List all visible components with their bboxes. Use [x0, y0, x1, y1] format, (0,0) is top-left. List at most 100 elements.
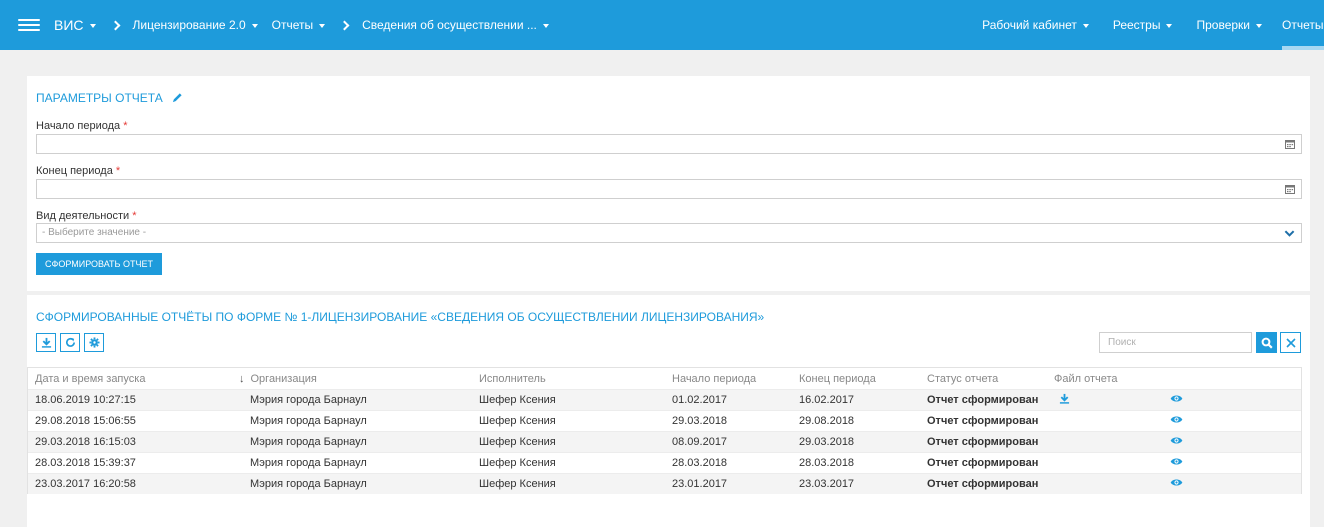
cell-status: Отчет сформирован	[927, 457, 1039, 469]
clear-search-button[interactable]	[1280, 332, 1301, 353]
activity-type-select[interactable]: - Выберите значение -	[36, 223, 1302, 243]
menu-item-inspections-label: Проверки	[1196, 18, 1250, 32]
search-input[interactable]	[1099, 332, 1252, 353]
cell-date: 18.06.2019 10:27:15	[35, 394, 136, 406]
required-mark: *	[123, 120, 128, 132]
table-row[interactable]: 28.03.2018 15:39:37 Мэрия города Барнаул Ш…	[28, 452, 1301, 473]
eye-icon[interactable]	[1170, 415, 1183, 424]
end-period-label-text: Конец периода	[36, 165, 113, 177]
menu-item-registries[interactable]: Реестры	[1113, 0, 1173, 50]
cell-end: 23.03.2017	[799, 478, 855, 490]
menu-item-cabinet[interactable]: Рабочий кабинет	[982, 0, 1089, 50]
cell-actions	[1170, 457, 1296, 469]
search-button[interactable]	[1256, 332, 1277, 353]
caret-down-icon	[1256, 23, 1262, 28]
cell-actions	[1170, 415, 1296, 427]
cell-actions	[1170, 394, 1296, 406]
col-header-date[interactable]: Дата и время запуска	[28, 373, 232, 385]
menu-item-reports[interactable]: Отчеты	[1282, 0, 1324, 50]
activity-type-label-text: Вид деятельности	[36, 210, 130, 222]
sort-desc-icon: ↓	[239, 372, 245, 385]
cell-start: 23.01.2017	[672, 478, 728, 490]
cell-status: Отчет сформирован	[927, 394, 1039, 406]
caret-down-icon	[1082, 23, 1089, 28]
table-row[interactable]: 23.03.2017 16:20:58 Мэрия города Барнаул Ш…	[28, 473, 1301, 494]
chevron-right-icon	[110, 20, 120, 30]
table-row[interactable]: 29.08.2018 15:06:55 Мэрия города Барнаул Ш…	[28, 410, 1301, 431]
cell-file	[1054, 393, 1176, 407]
reports-panel: СФОРМИРОВАННЫЕ ОТЧЁТЫ ПО ФОРМЕ № 1-ЛИЦЕН…	[27, 295, 1310, 527]
settings-button[interactable]	[84, 333, 104, 352]
end-period-label: Конец периода *	[36, 165, 120, 177]
cell-org: Мэрия города Барнаул	[250, 478, 367, 490]
nav-app-label: ВИС	[54, 17, 84, 33]
generate-report-button[interactable]: СФОРМИРОВАТЬ ОТЧЕТ	[36, 253, 162, 275]
menu-item-inspections[interactable]: Проверки	[1196, 0, 1262, 50]
caret-down-icon	[89, 23, 96, 28]
cell-actions	[1170, 436, 1296, 448]
pencil-icon[interactable]	[172, 92, 183, 103]
table-row[interactable]: 18.06.2019 10:27:15 Мэрия города Барнаул Ш…	[28, 389, 1301, 410]
required-mark: *	[115, 165, 121, 177]
col-header-end[interactable]: Конец периода	[799, 373, 927, 385]
menu-item-cabinet-label: Рабочий кабинет	[982, 18, 1077, 32]
calendar-icon[interactable]	[1285, 139, 1295, 149]
calendar-icon[interactable]	[1285, 184, 1295, 194]
table-header: Дата и время запуска ↓ Организация Исполн…	[28, 368, 1301, 389]
breadcrumb-reports[interactable]: Отчеты	[271, 18, 326, 32]
cell-executor: Шефер Ксения	[479, 457, 556, 469]
table-body: 18.06.2019 10:27:15 Мэрия города Барнаул Ш…	[28, 389, 1301, 494]
cell-status: Отчет сформирован	[927, 436, 1039, 448]
table-row[interactable]: 29.03.2018 16:15:03 Мэрия города Барнаул Ш…	[28, 431, 1301, 452]
reports-table: Дата и время запуска ↓ Организация Исполн…	[27, 367, 1302, 494]
eye-icon[interactable]	[1170, 478, 1183, 487]
breadcrumb-report-info[interactable]: Сведения об осуществлении ...	[362, 18, 549, 32]
eye-icon[interactable]	[1170, 394, 1183, 403]
end-period-input[interactable]	[36, 179, 1302, 199]
cell-actions	[1170, 478, 1296, 490]
download-icon	[41, 337, 51, 348]
report-params-panel: ПАРАМЕТРЫ ОТЧЕТА Начало периода * Конец …	[27, 76, 1310, 291]
export-button[interactable]	[36, 333, 56, 352]
col-header-start[interactable]: Начало периода	[672, 373, 799, 385]
cell-start: 01.02.2017	[672, 394, 728, 406]
menu-item-registries-label: Реестры	[1112, 18, 1161, 32]
cell-status: Отчет сформирован	[927, 478, 1039, 490]
cell-executor: Шефер Ксения	[479, 478, 556, 490]
start-period-input[interactable]	[36, 134, 1302, 154]
cell-status: Отчет сформирован	[927, 415, 1039, 427]
col-header-status[interactable]: Статус отчета	[927, 373, 1054, 385]
caret-down-icon	[319, 23, 326, 28]
cell-date: 28.03.2018 15:39:37	[35, 457, 136, 469]
col-header-file[interactable]: Файл отчета	[1054, 373, 1176, 385]
cell-executor: Шефер Ксения	[479, 394, 556, 406]
eye-icon[interactable]	[1170, 457, 1183, 466]
breadcrumb-licensing[interactable]: Лицензирование 2.0	[133, 18, 258, 32]
cell-org: Мэрия города Барнаул	[250, 394, 367, 406]
cell-org: Мэрия города Барнаул	[250, 436, 367, 448]
caret-down-icon	[251, 23, 258, 28]
col-header-org[interactable]: ↓ Организация	[232, 373, 479, 385]
activity-type-placeholder: - Выберите значение -	[42, 227, 147, 238]
col-header-executor[interactable]: Исполнитель	[479, 373, 672, 385]
breadcrumb-licensing-label: Лицензирование 2.0	[132, 18, 246, 32]
refresh-button[interactable]	[60, 333, 80, 352]
cell-executor: Шефер Ксения	[479, 436, 556, 448]
cell-org: Мэрия города Барнаул	[250, 457, 367, 469]
menu-item-reports-label: Отчеты	[1282, 18, 1324, 32]
breadcrumb-report-info-label: Сведения об осуществлении ...	[362, 18, 537, 32]
cell-end: 16.02.2017	[799, 394, 855, 406]
reports-title: СФОРМИРОВАННЫЕ ОТЧЁТЫ ПО ФОРМЕ № 1-ЛИЦЕН…	[36, 310, 765, 324]
cell-org: Мэрия города Барнаул	[250, 415, 367, 427]
nav-app-dropdown[interactable]: ВИС	[54, 17, 96, 33]
start-period-label-text: Начало периода	[36, 120, 121, 132]
breadcrumb-reports-label: Отчеты	[271, 18, 314, 32]
chevron-down-icon[interactable]	[1284, 228, 1295, 239]
menu-icon[interactable]	[18, 19, 40, 31]
eye-icon[interactable]	[1170, 436, 1183, 445]
cell-date: 29.08.2018 15:06:55	[35, 415, 136, 427]
activity-type-label: Вид деятельности *	[36, 210, 136, 222]
top-menu: Рабочий кабинет Реестры Проверки Отчеты	[958, 0, 1324, 50]
col-header-org-label: Организация	[250, 372, 317, 385]
download-icon[interactable]	[1059, 393, 1070, 404]
